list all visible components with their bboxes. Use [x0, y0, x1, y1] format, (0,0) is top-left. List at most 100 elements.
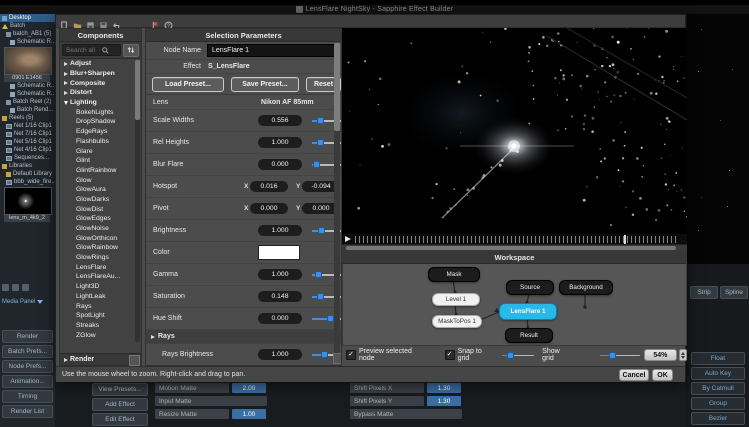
- flag-icon[interactable]: [151, 17, 160, 26]
- tree-item[interactable]: Reels (5): [0, 114, 55, 122]
- left-panel-button[interactable]: Render: [2, 330, 53, 343]
- effect-button[interactable]: View Presets...: [92, 383, 148, 396]
- component-item[interactable]: GlowEdges: [60, 214, 141, 224]
- left-panel-button[interactable]: Node Prefs...: [2, 360, 53, 373]
- component-item[interactable]: Rays: [60, 301, 141, 311]
- help-icon[interactable]: ?: [164, 17, 173, 26]
- list-icon[interactable]: [22, 284, 29, 291]
- tree-item[interactable]: Schematic R...: [0, 90, 55, 98]
- slider-handle[interactable]: [318, 227, 325, 234]
- component-item[interactable]: Glow: [60, 175, 141, 185]
- effect-button[interactable]: Edit Effect: [92, 413, 148, 426]
- right-panel-button[interactable]: By Catmull: [691, 382, 745, 395]
- slider-handle[interactable]: [327, 315, 334, 322]
- scrollbar-thumb[interactable]: [334, 43, 340, 131]
- workspace-zoom-slider[interactable]: [600, 352, 640, 359]
- slider-handle[interactable]: [321, 351, 328, 358]
- components-scrollbar[interactable]: [135, 60, 140, 342]
- matte-field-value[interactable]: 1.30: [427, 396, 461, 406]
- tree-item[interactable]: Batch Reel (2): [0, 98, 55, 106]
- spline-button[interactable]: Spline: [720, 286, 748, 299]
- slider-handle[interactable]: [315, 271, 322, 278]
- node-masktopos1[interactable]: MaskToPos 1: [432, 315, 482, 328]
- left-panel-button[interactable]: Timing: [2, 390, 53, 403]
- param-value[interactable]: 0.148: [258, 291, 302, 302]
- preview-timeline[interactable]: [355, 236, 679, 243]
- snap-to-grid-checkbox[interactable]: ✓: [445, 350, 455, 360]
- component-item[interactable]: Flashbulbs: [60, 137, 141, 147]
- component-item[interactable]: LensFlare: [60, 262, 141, 272]
- zoom-stepper[interactable]: [679, 349, 687, 361]
- node-mask[interactable]: Mask: [428, 267, 480, 282]
- save-icon[interactable]: [86, 17, 95, 26]
- param-value[interactable]: 0.556: [258, 115, 302, 126]
- tree-item[interactable]: Net 4/16 Clip1: [0, 146, 55, 154]
- save-preset-button[interactable]: Save Preset...: [231, 77, 299, 92]
- sort-button[interactable]: [123, 44, 139, 57]
- load-preset-button[interactable]: Load Preset...: [152, 77, 224, 92]
- strip-dropdown[interactable]: Strip: [690, 286, 718, 299]
- tree-item[interactable]: batch_AB1 (5): [0, 30, 55, 38]
- scroll-down-button[interactable]: [129, 355, 140, 366]
- component-category[interactable]: Composite: [60, 78, 141, 88]
- param-value[interactable]: 0.000: [258, 159, 302, 170]
- cancel-button[interactable]: Cancel: [619, 369, 649, 381]
- preview-selected-checkbox[interactable]: ✓: [346, 350, 356, 360]
- parameters-scrollbar[interactable]: [334, 43, 340, 353]
- param-value[interactable]: 1.000: [258, 349, 302, 360]
- component-item[interactable]: Glint: [60, 156, 141, 166]
- search-input[interactable]: [66, 47, 100, 54]
- left-panel-button[interactable]: Render List: [2, 405, 53, 418]
- node-name-input[interactable]: [207, 44, 335, 57]
- wrench-icon[interactable]: [2, 284, 9, 291]
- component-item[interactable]: GlowDist: [60, 204, 141, 214]
- matte-field-value[interactable]: 1.00: [232, 409, 266, 419]
- clip-thumbnail[interactable]: lens_m_4k9_2: [4, 187, 50, 222]
- component-item[interactable]: SpotLight: [60, 311, 141, 321]
- component-item[interactable]: GlowOrthicon: [60, 233, 141, 243]
- tree-item[interactable]: Batch: [0, 22, 55, 30]
- tree-item[interactable]: Net 1/16 Clip1: [0, 122, 55, 130]
- param-x-value[interactable]: 0.016: [250, 181, 288, 192]
- open-folder-icon[interactable]: [73, 17, 82, 26]
- param-value[interactable]: 1.000: [258, 269, 302, 280]
- component-item[interactable]: GlowRainbow: [60, 243, 141, 253]
- tree-item[interactable]: Libraries: [0, 162, 55, 170]
- component-category-expanded[interactable]: Lighting: [60, 98, 141, 108]
- right-panel-button[interactable]: Bezier: [691, 412, 745, 425]
- component-item[interactable]: EdgeRays: [60, 127, 141, 137]
- tree-item[interactable]: Schematic R...: [0, 38, 55, 46]
- save-as-icon[interactable]: [99, 17, 108, 26]
- component-category[interactable]: Blur+Sharpen: [60, 69, 141, 79]
- undo-icon[interactable]: [112, 17, 121, 26]
- tree-item[interactable]: bbb_wide_fire...: [0, 178, 55, 186]
- component-item[interactable]: ZGlow: [60, 330, 141, 340]
- node-result[interactable]: Result: [505, 328, 553, 343]
- playhead[interactable]: [624, 235, 626, 244]
- play-button[interactable]: [345, 236, 351, 242]
- component-item[interactable]: Streaks: [60, 321, 141, 331]
- component-item[interactable]: BokehLights: [60, 107, 141, 117]
- param-value[interactable]: 1.000: [258, 225, 302, 236]
- tree-item[interactable]: Desktop: [0, 14, 55, 22]
- slider-handle[interactable]: [313, 161, 320, 168]
- matte-field-value[interactable]: 1.30: [427, 383, 461, 393]
- components-footer-category[interactable]: Render: [60, 353, 141, 365]
- new-document-icon[interactable]: [60, 17, 69, 26]
- component-item[interactable]: GlowRings: [60, 253, 141, 263]
- search-input-wrap[interactable]: [62, 44, 121, 56]
- component-category[interactable]: Distort: [60, 88, 141, 98]
- right-panel-button[interactable]: Float: [691, 352, 745, 365]
- left-panel-button[interactable]: Animation...: [2, 375, 53, 388]
- slider-handle[interactable]: [317, 293, 324, 300]
- tree-item[interactable]: Sequences...: [0, 154, 55, 162]
- scrollbar-thumb[interactable]: [135, 60, 140, 120]
- clip-thumbnail[interactable]: 0901 E1456: [4, 47, 50, 82]
- component-item[interactable]: GlowNoise: [60, 224, 141, 234]
- component-item[interactable]: Glare: [60, 146, 141, 156]
- left-panel-button[interactable]: Batch Prefs...: [2, 345, 53, 358]
- right-panel-button[interactable]: Auto Key: [691, 367, 745, 380]
- color-swatch[interactable]: [258, 245, 300, 260]
- gear-icon[interactable]: [12, 284, 19, 291]
- matte-field-value[interactable]: 2.00: [232, 383, 266, 393]
